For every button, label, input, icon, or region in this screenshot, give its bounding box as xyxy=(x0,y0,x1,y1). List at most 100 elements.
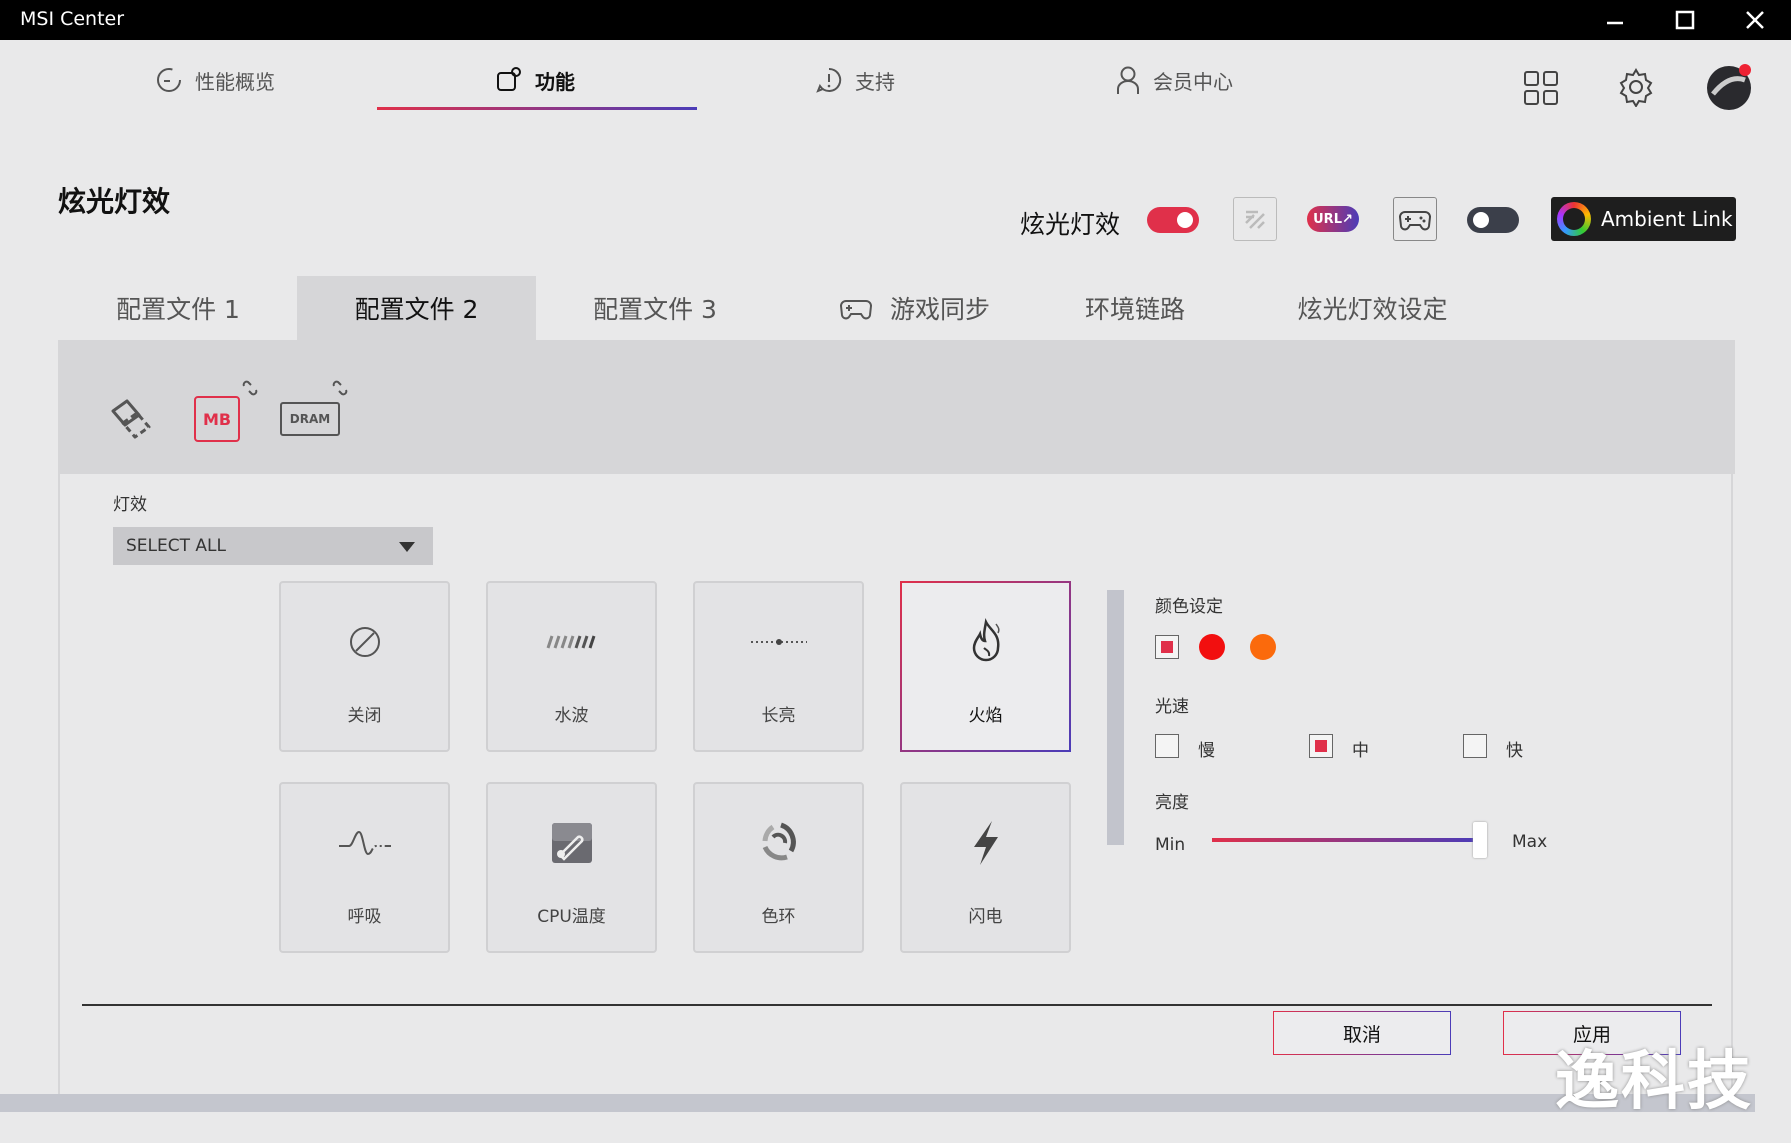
speed-label: 光速 xyxy=(1155,697,1189,717)
active-nav-underline xyxy=(377,107,697,110)
wave-icon xyxy=(488,617,655,667)
tab-profile-1[interactable]: 配置文件 1 xyxy=(58,276,298,340)
effect-label: 闪电 xyxy=(968,907,1003,927)
effects-label: 灯效 xyxy=(113,495,147,515)
brightness-slider-track[interactable] xyxy=(1212,838,1478,842)
brightness-label: 亮度 xyxy=(1155,793,1189,813)
minimize-icon xyxy=(1607,21,1623,25)
gamepad-icon xyxy=(1399,211,1431,231)
lighting-toggle[interactable] xyxy=(1147,207,1199,233)
off-icon xyxy=(281,617,448,667)
ambient-link-logo-icon xyxy=(1557,202,1591,236)
nav-label: 性能概览 xyxy=(195,69,275,94)
support-icon xyxy=(816,67,842,93)
speed-medium-checkbox[interactable] xyxy=(1309,734,1333,758)
avatar-icon xyxy=(1707,64,1751,110)
grid-icon xyxy=(1524,71,1558,105)
effect-label: 长亮 xyxy=(761,706,796,726)
speed-slow-label: 慢 xyxy=(1198,741,1215,761)
motherboard-device-button[interactable]: MB xyxy=(194,396,240,442)
custom-color-checkbox[interactable] xyxy=(1155,635,1179,659)
speed-slow-checkbox[interactable] xyxy=(1155,734,1179,758)
cpu-temperature-icon xyxy=(488,818,655,868)
link-devices-button[interactable] xyxy=(105,395,155,445)
gamepad-icon xyxy=(839,300,872,320)
link-icon xyxy=(240,378,262,400)
dram-device-button[interactable]: DRAM xyxy=(280,402,340,436)
tab-lighting-settings[interactable]: 炫光灯效设定 xyxy=(1265,276,1480,340)
effect-target-select[interactable]: SELECT ALL xyxy=(113,527,433,565)
nav-features[interactable]: 功能 xyxy=(495,60,575,100)
ambient-link-label: Ambient Link xyxy=(1601,207,1733,231)
secondary-toggle[interactable] xyxy=(1467,207,1519,233)
color-ring-icon xyxy=(695,818,862,868)
link-devices-icon xyxy=(111,399,151,439)
link-icon xyxy=(330,378,352,400)
page-title: 炫光灯效 xyxy=(58,185,171,218)
gear-icon xyxy=(1619,68,1653,107)
effect-label: 火焰 xyxy=(968,706,1003,726)
tab-game-sync[interactable]: 游戏同步 xyxy=(795,276,1035,340)
effect-label: CPU温度 xyxy=(537,907,606,927)
avatar[interactable] xyxy=(1705,64,1753,112)
nav-member-center[interactable]: 会员中心 xyxy=(1115,60,1233,100)
steady-icon xyxy=(695,617,862,667)
brightness-max-label: Max xyxy=(1512,832,1548,852)
lighting-toggle-label: 炫光灯效 xyxy=(1020,210,1121,239)
maximize-icon xyxy=(1675,10,1695,30)
color-swatch-orange[interactable] xyxy=(1250,634,1276,660)
gauge-icon xyxy=(157,68,181,92)
nav-performance-overview[interactable]: 性能概览 xyxy=(155,60,275,100)
maximize-button[interactable] xyxy=(1654,0,1716,40)
sync-stripes-icon xyxy=(1245,210,1265,229)
speed-fast-checkbox[interactable] xyxy=(1463,734,1487,758)
chevron-down-icon xyxy=(399,542,415,552)
title-bar: MSI Center xyxy=(0,0,1791,40)
brightness-slider-handle[interactable] xyxy=(1473,822,1487,858)
effect-tile-wave[interactable]: 水波 xyxy=(486,581,657,752)
effect-tile-lightning[interactable]: 闪电 xyxy=(900,782,1071,953)
close-button[interactable] xyxy=(1724,0,1786,40)
url-badge-button[interactable]: URL↗ xyxy=(1307,206,1359,232)
sync-button[interactable] xyxy=(1233,197,1277,241)
effect-tile-breathing[interactable]: 呼吸 xyxy=(279,782,450,953)
brightness-min-label: Min xyxy=(1155,835,1186,855)
watermark: 逸科技 xyxy=(1555,1045,1753,1119)
effects-scrollbar[interactable] xyxy=(1107,590,1124,845)
nav-label: 支持 xyxy=(855,69,895,94)
color-swatch-red[interactable] xyxy=(1199,634,1225,660)
ambient-link-button[interactable]: Ambient Link xyxy=(1551,197,1736,241)
tab-profile-3[interactable]: 配置文件 3 xyxy=(536,276,774,340)
effect-label: 水波 xyxy=(554,706,589,726)
minimize-button[interactable] xyxy=(1584,0,1646,40)
toggle-knob xyxy=(1177,212,1193,228)
lightning-icon xyxy=(902,818,1069,868)
speed-medium-label: 中 xyxy=(1352,741,1369,761)
effect-tile-steady[interactable]: 长亮 xyxy=(693,581,864,752)
effect-tile-off[interactable]: 关闭 xyxy=(279,581,450,752)
tab-ambient-link[interactable]: 环境链路 xyxy=(1035,276,1235,340)
tab-profile-2[interactable]: 配置文件 2 xyxy=(297,276,536,340)
tab-label: 游戏同步 xyxy=(889,295,990,324)
apps-grid-button[interactable] xyxy=(1521,68,1561,108)
bottom-scrollbar[interactable] xyxy=(0,1094,1755,1112)
effect-tile-flame[interactable]: 火焰 xyxy=(900,581,1071,752)
breathing-icon xyxy=(281,818,448,868)
nav-support[interactable]: 支持 xyxy=(815,60,895,100)
actions-divider xyxy=(82,1004,1712,1006)
effect-tile-color-ring[interactable]: 色环 xyxy=(693,782,864,953)
flame-icon xyxy=(902,617,1069,667)
game-controller-button[interactable] xyxy=(1393,197,1437,241)
window-title: MSI Center xyxy=(20,8,125,30)
effect-tile-cpu-temperature[interactable]: CPU温度 xyxy=(486,782,657,953)
msi-center-window: MSI Center 性能概览 功能 支持 会员中心 炫光灯效 炫光灯效 URL… xyxy=(0,0,1791,1143)
effect-label: 呼吸 xyxy=(347,907,382,927)
device-strip: MB DRAM xyxy=(58,340,1735,474)
effect-label: 色环 xyxy=(761,907,796,927)
features-icon xyxy=(497,67,521,91)
settings-button[interactable] xyxy=(1615,66,1657,108)
speed-fast-label: 快 xyxy=(1506,741,1523,761)
nav-label: 会员中心 xyxy=(1153,69,1233,94)
cancel-button[interactable]: 取消 xyxy=(1273,1011,1451,1055)
color-settings-label: 颜色设定 xyxy=(1155,597,1223,617)
